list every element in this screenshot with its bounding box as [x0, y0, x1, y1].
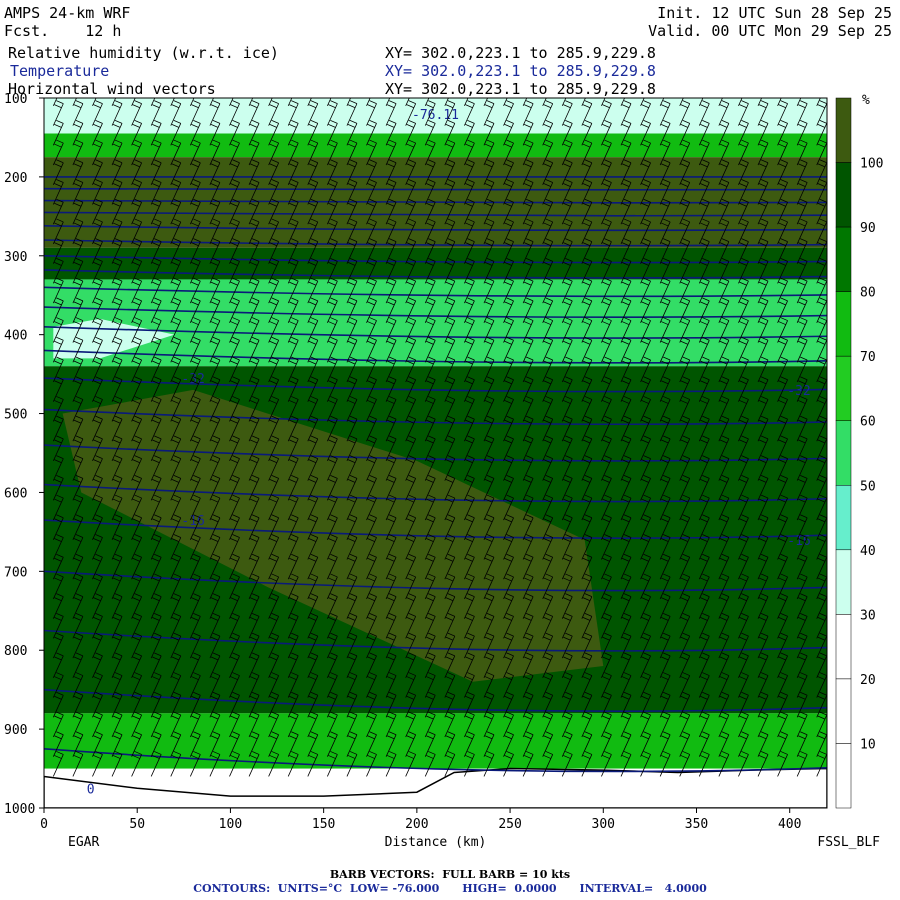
y-tick-label: 800	[4, 644, 27, 659]
contour-label: -16	[181, 514, 204, 529]
colorbar-label: 90	[860, 221, 876, 236]
rh-layer	[44, 247, 827, 280]
y-tick-label: 900	[4, 723, 27, 738]
y-tick-label: 600	[4, 486, 27, 501]
colorbar-swatch	[835, 97, 852, 163]
colorbar-swatch	[835, 420, 852, 486]
y-tick-label: 100	[4, 92, 27, 107]
contour-label: -32	[787, 384, 810, 399]
colorbar-swatch	[835, 485, 852, 551]
colorbar-label: 10	[860, 737, 876, 752]
colorbar-label: 60	[860, 415, 876, 430]
x-tick-label: 250	[498, 817, 521, 832]
x-tick-label: 300	[592, 817, 615, 832]
colorbar-label: 50	[860, 479, 876, 494]
colorbar-label: 20	[860, 673, 876, 688]
colorbar-swatch	[835, 549, 852, 615]
x-tick-label: 150	[312, 817, 335, 832]
colorbar-label: 80	[860, 286, 876, 301]
x-end-label: FSSL_BLF	[817, 835, 880, 850]
y-tick-label: 700	[4, 565, 27, 580]
y-tick-label: 500	[4, 408, 27, 423]
cross-section-chart: -76.11-32-32-16-160 10020030040050060070…	[4, 92, 883, 850]
colorbar-label: 30	[860, 608, 876, 623]
contour-label: -32	[181, 372, 204, 387]
contours-note: CONTOURS: UNITS=°C LOW= -76.000 HIGH= 0.…	[193, 882, 707, 895]
x-tick-label: 350	[685, 817, 708, 832]
rh-layer	[44, 133, 827, 158]
colorbar-label: 40	[860, 544, 876, 559]
rh-layer	[44, 713, 827, 769]
barb-note: BARB VECTORS: FULL BARB = 10 kts	[329, 868, 571, 881]
x-tick-label: 100	[219, 817, 242, 832]
terrain	[44, 767, 827, 808]
colorbar-label: 70	[860, 350, 876, 365]
y-tick-label: 200	[4, 171, 27, 186]
colorbar-swatch	[835, 226, 852, 292]
colorbar-swatch	[835, 355, 852, 421]
x-tick-label: 400	[778, 817, 801, 832]
colorbar-swatch	[835, 614, 852, 680]
colorbar-swatch	[835, 291, 852, 357]
x-tick-label: 50	[129, 817, 145, 832]
x-tick-label: 0	[40, 817, 48, 832]
x-axis-label: Distance (km)	[385, 835, 487, 850]
colorbar-unit: %	[862, 93, 870, 108]
colorbar-swatch	[835, 162, 852, 228]
x-tick-label: 200	[405, 817, 428, 832]
colorbar-swatch	[835, 743, 852, 809]
colorbar-label: 100	[860, 157, 883, 172]
y-tick-label: 1000	[4, 802, 35, 817]
colorbar-swatch	[835, 678, 852, 744]
y-tick-label: 300	[4, 250, 27, 265]
y-tick-label: 400	[4, 329, 27, 344]
contour-label: 0	[87, 782, 95, 797]
rh-layer	[44, 279, 827, 367]
x-start-label: EGAR	[68, 835, 99, 850]
